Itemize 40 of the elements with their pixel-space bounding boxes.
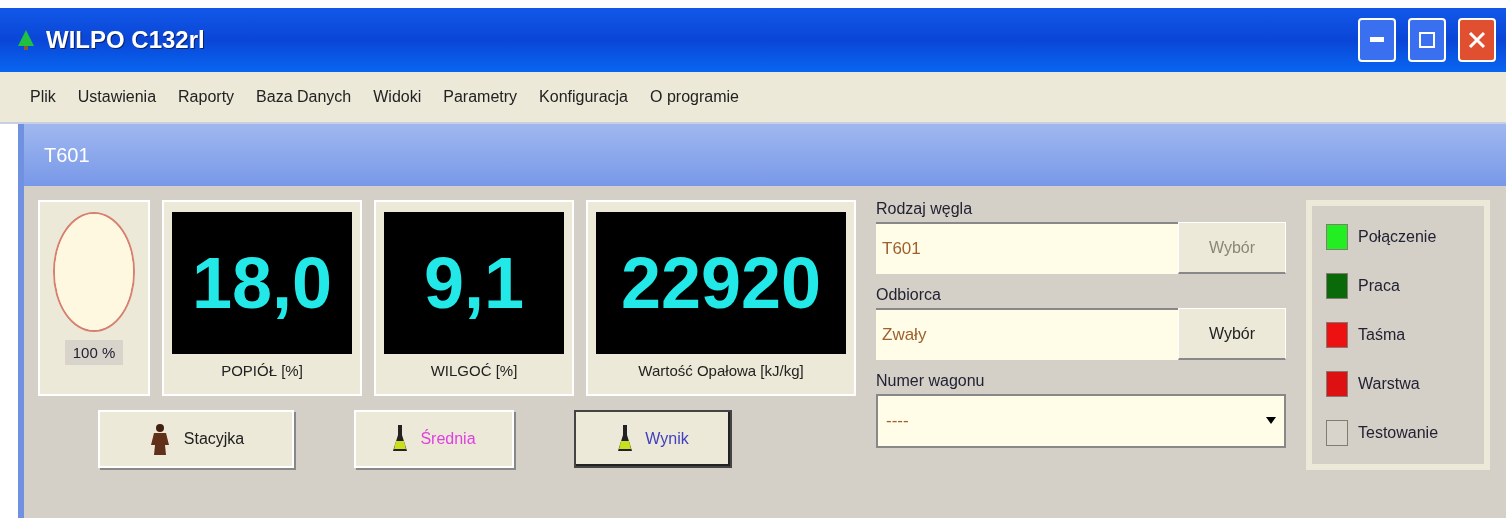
tree-icon	[18, 30, 34, 50]
action-button[interactable]: Stacyjka	[98, 410, 294, 468]
gauge-reading: 100 %	[64, 340, 124, 365]
dropdown-arrow-icon	[1266, 417, 1276, 425]
maximize-icon	[1419, 32, 1435, 48]
field-label: Rodzaj węgla	[876, 200, 974, 219]
menu-item[interactable]: O programie	[650, 88, 739, 106]
field-label: Numer wagonu	[876, 372, 986, 391]
flask-icon	[392, 425, 409, 453]
menu-item[interactable]: Ustawienia	[77, 88, 157, 106]
status-label: Połączenie	[1358, 227, 1437, 246]
menu-item[interactable]: Raporty	[178, 88, 235, 106]
menu-item[interactable]: Widoki	[373, 88, 422, 106]
status-label: Warstwa	[1358, 375, 1420, 394]
display-label: Wartość Opałowa [kJ/kg]	[638, 362, 804, 379]
digital-display: 18,0	[172, 212, 352, 354]
close-button[interactable]	[1458, 18, 1496, 62]
status-label: Testowanie	[1358, 424, 1439, 443]
dropdown-field[interactable]: ----	[876, 394, 1286, 448]
panel-header: T601	[24, 124, 1506, 186]
close-icon	[1468, 31, 1486, 49]
menu-item[interactable]: Baza Danych	[256, 88, 352, 106]
select-button[interactable]: Wybór	[1178, 308, 1286, 360]
input-field[interactable]: Zwały	[876, 308, 1178, 360]
field-label: Odbiorca	[876, 286, 942, 305]
display-label: WILGOĆ [%]	[430, 362, 518, 379]
digital-display: 22920	[596, 212, 846, 354]
menu-item[interactable]: Plik	[30, 88, 56, 106]
maximize-button[interactable]	[1408, 18, 1446, 62]
digital-display: 9,1	[384, 212, 564, 354]
menu-item[interactable]: Parametry	[443, 88, 518, 106]
status-label: Taśma	[1358, 325, 1406, 344]
window-title: WILPO C132rl	[46, 26, 206, 54]
minimize-icon	[1370, 37, 1384, 43]
status-label: Praca	[1358, 276, 1400, 295]
flask-icon	[617, 425, 634, 453]
menu-item[interactable]: Konfiguracja	[539, 88, 628, 106]
action-button[interactable]: Wynik	[574, 410, 732, 468]
display-label: POPIÓŁ [%]	[221, 362, 303, 379]
minimize-button[interactable]	[1358, 18, 1396, 62]
